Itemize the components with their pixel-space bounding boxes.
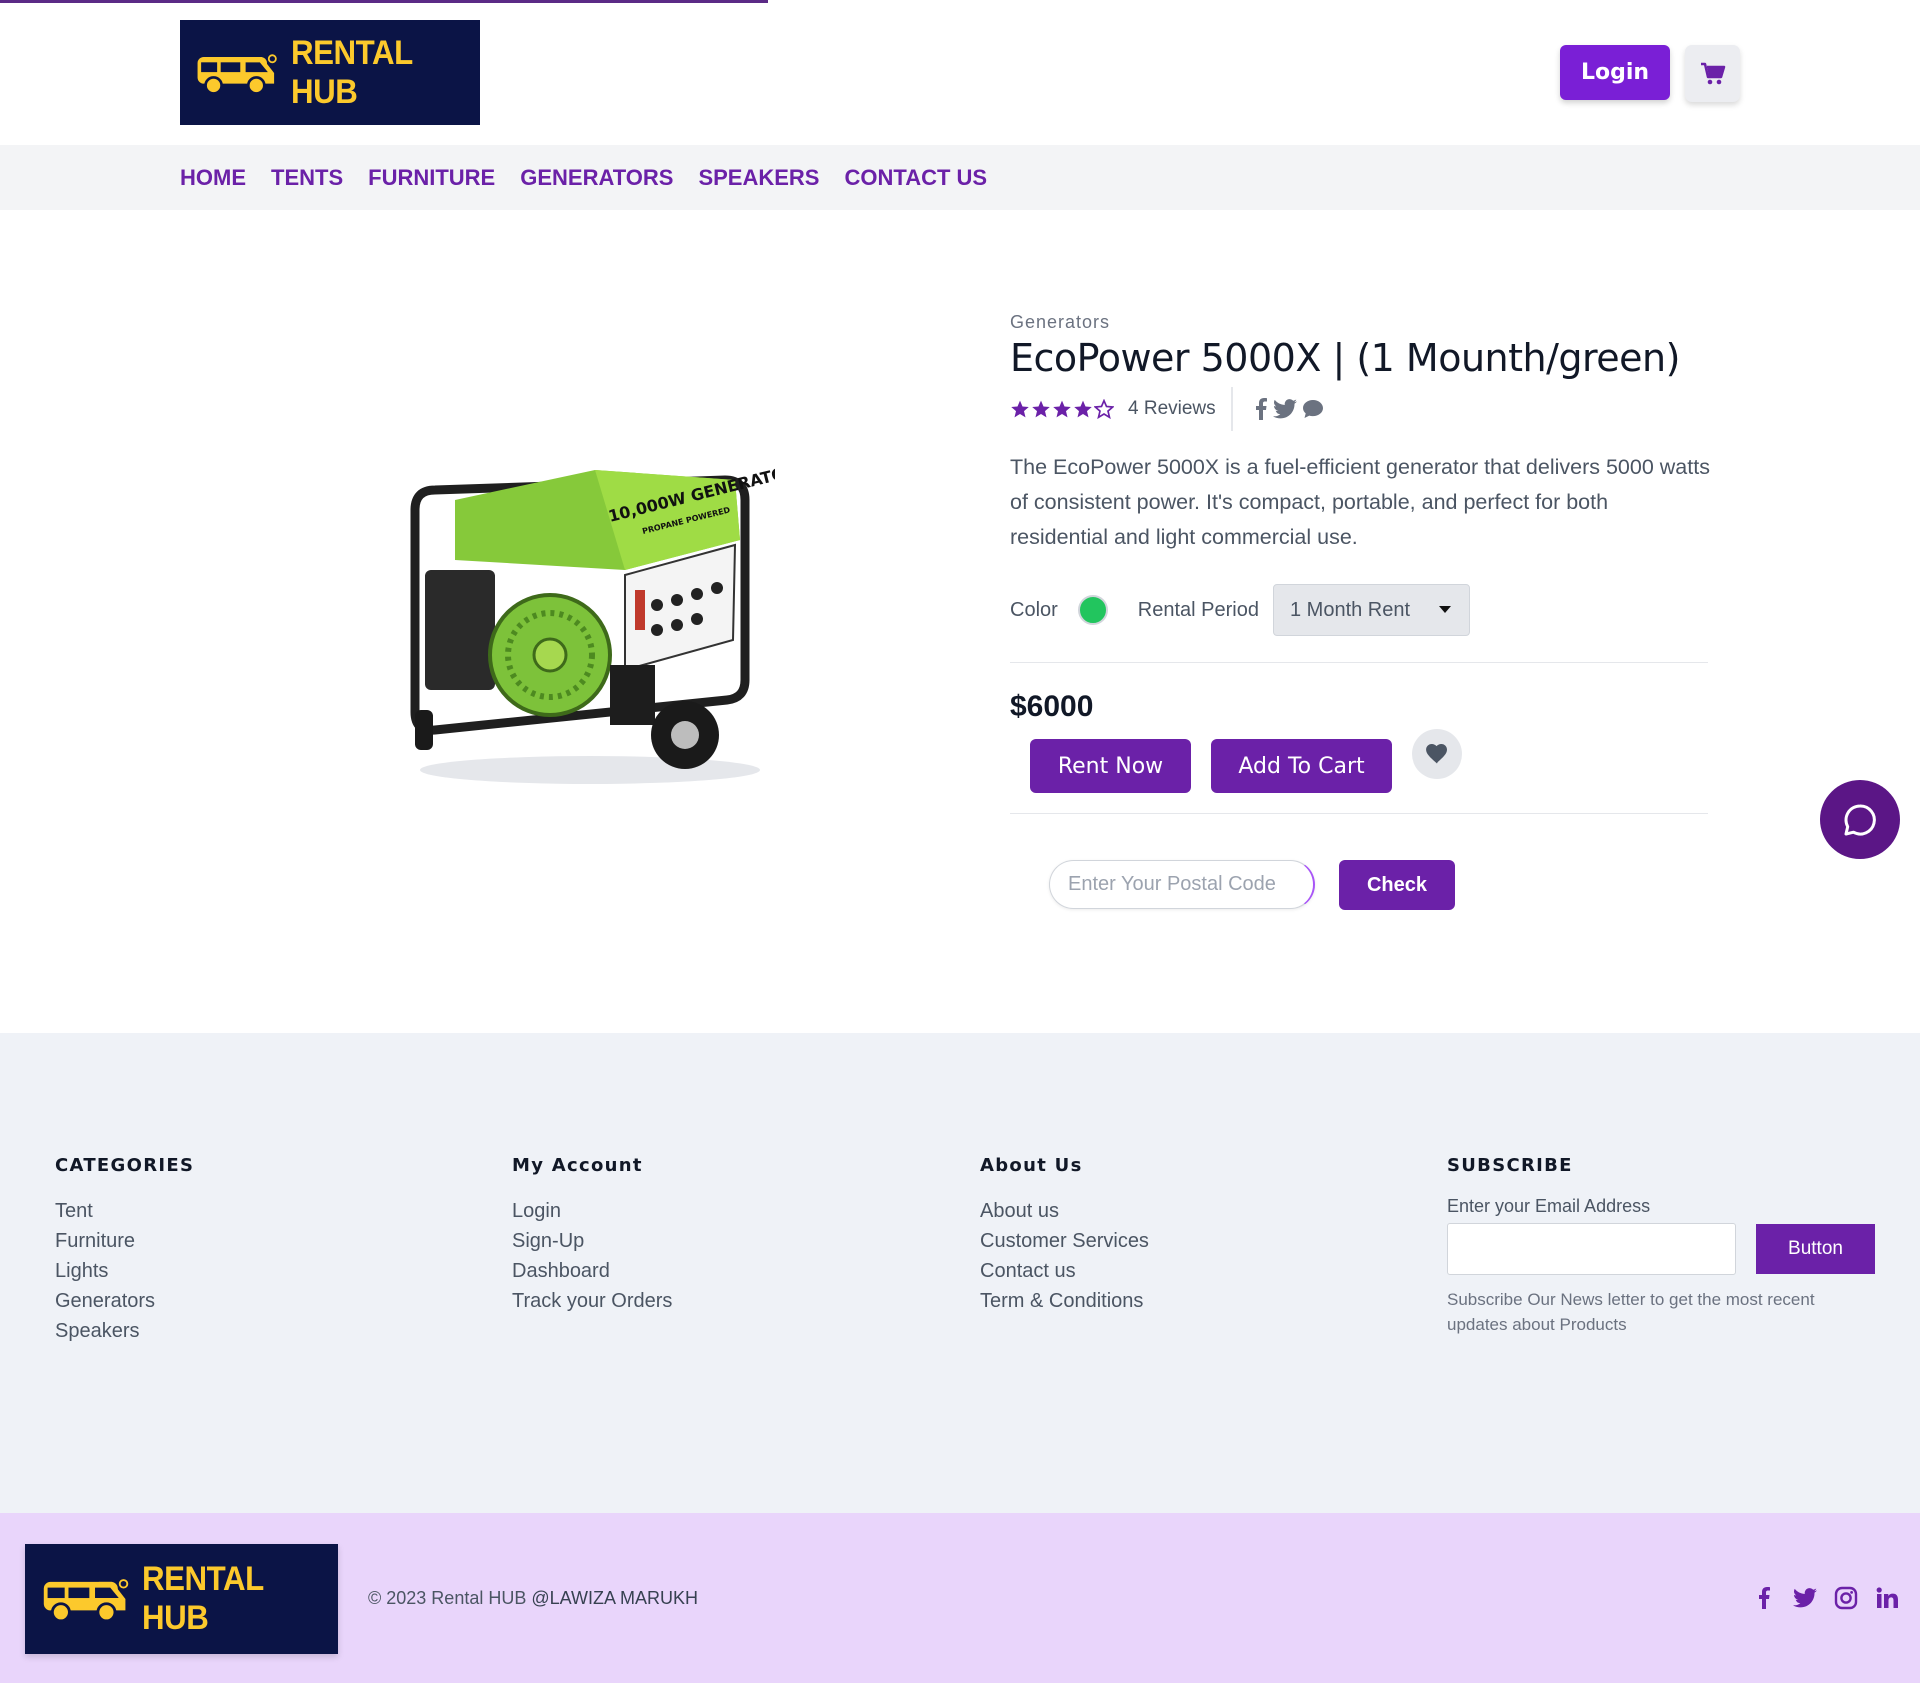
site-footer: CATEGORIES Tent Furniture Lights Generat… xyxy=(0,1033,1920,1513)
product-category[interactable]: Generators xyxy=(1010,312,1110,333)
heart-icon xyxy=(1426,744,1447,764)
reviews-count[interactable]: 4 Reviews xyxy=(1128,398,1216,420)
footer-link-track-orders[interactable]: Track your Orders xyxy=(512,1286,672,1316)
color-swatch-green[interactable] xyxy=(1077,595,1108,625)
twitter-icon[interactable] xyxy=(1793,1586,1817,1610)
footer-heading: SUBSCRIBE xyxy=(1447,1155,1573,1176)
nav-home[interactable]: HOME xyxy=(180,165,246,191)
product-price: $6000 xyxy=(1010,690,1094,723)
login-button[interactable]: Login xyxy=(1560,45,1670,100)
footer-link-tent[interactable]: Tent xyxy=(55,1196,194,1226)
chat-icon xyxy=(1844,803,1876,835)
footer-social-icons xyxy=(1752,1586,1899,1610)
star-filled-icon xyxy=(1053,400,1071,418)
rent-now-button[interactable]: Rent Now xyxy=(1030,739,1191,793)
rental-period-select[interactable]: 1 Month Rent xyxy=(1272,584,1470,636)
copyright-author[interactable]: @LAWIZA MARUKH xyxy=(531,1588,698,1608)
copyright-text: © 2023 Rental HUB xyxy=(368,1588,527,1608)
footer-about: About Us About us Customer Services Cont… xyxy=(980,1155,1149,1316)
color-label: Color xyxy=(1010,598,1058,621)
product-title: EcoPower 5000X | (1 Mounth/green) xyxy=(1010,336,1680,380)
footer-brand-logo[interactable]: RENTAL HUB xyxy=(25,1544,338,1654)
brand-name: RENTAL HUB xyxy=(290,33,413,111)
chat-bubble-icon[interactable] xyxy=(1302,399,1323,419)
brand-logo[interactable]: RENTAL HUB xyxy=(180,20,480,125)
rental-period-value: 1 Month Rent xyxy=(1289,598,1411,621)
footer-link-furniture[interactable]: Furniture xyxy=(55,1226,194,1256)
wishlist-button[interactable] xyxy=(1412,729,1462,779)
footer-heading: My Account xyxy=(512,1155,643,1176)
footer-link-customer-services[interactable]: Customer Services xyxy=(980,1226,1149,1256)
facebook-icon[interactable] xyxy=(1255,398,1267,420)
footer-link-about-us[interactable]: About us xyxy=(980,1196,1149,1226)
footer-heading: About Us xyxy=(980,1155,1083,1176)
cart-button[interactable] xyxy=(1685,45,1740,102)
footer-link-login[interactable]: Login xyxy=(512,1196,672,1226)
footer-bottom-bar: RENTAL HUB © 2023 Rental HUB @LAWIZA MAR… xyxy=(0,1513,1920,1683)
chat-widget-button[interactable] xyxy=(1820,780,1900,859)
footer-categories: CATEGORIES Tent Furniture Lights Generat… xyxy=(55,1155,194,1346)
facebook-icon[interactable] xyxy=(1752,1586,1776,1610)
linkedin-icon[interactable] xyxy=(1875,1586,1899,1610)
star-filled-icon xyxy=(1074,400,1092,418)
footer-link-dashboard[interactable]: Dashboard xyxy=(512,1256,672,1286)
subscribe-note: Subscribe Our News letter to get the mos… xyxy=(1447,1290,1815,1334)
van-icon xyxy=(197,53,277,95)
star-filled-icon xyxy=(1011,400,1029,418)
footer-link-generators[interactable]: Generators xyxy=(55,1286,194,1316)
postal-code-input[interactable] xyxy=(1049,860,1315,909)
brand-name: RENTAL HUB xyxy=(142,1560,264,1637)
star-empty-icon xyxy=(1094,399,1114,419)
footer-link-lights[interactable]: Lights xyxy=(55,1256,194,1286)
nav-furniture[interactable]: FURNITURE xyxy=(368,165,495,191)
divider xyxy=(1010,813,1708,814)
main-nav: HOME TENTS FURNITURE GENERATORS SPEAKERS… xyxy=(0,145,1920,210)
nav-tents[interactable]: TENTS xyxy=(271,165,343,191)
nav-contact-us[interactable]: CONTACT US xyxy=(845,165,988,191)
star-rating xyxy=(1010,399,1114,419)
rental-period-label: Rental Period xyxy=(1137,598,1259,621)
rating-row: 4 Reviews xyxy=(1010,387,1323,431)
shopping-cart-icon xyxy=(1700,62,1725,84)
star-filled-icon xyxy=(1032,400,1050,418)
footer-link-speakers[interactable]: Speakers xyxy=(55,1316,194,1346)
footer-heading: CATEGORIES xyxy=(55,1155,195,1176)
van-icon xyxy=(43,1579,129,1623)
footer-link-signup[interactable]: Sign-Up xyxy=(512,1226,672,1256)
copyright: © 2023 Rental HUB @LAWIZA MARUKH xyxy=(368,1588,698,1609)
share-icons xyxy=(1255,398,1323,420)
email-input[interactable] xyxy=(1447,1223,1736,1275)
product-options: Color Rental Period 1 Month Rent xyxy=(1010,584,1470,636)
footer-link-terms[interactable]: Term & Conditions xyxy=(980,1286,1149,1316)
page-load-progress xyxy=(0,0,768,3)
twitter-icon[interactable] xyxy=(1272,399,1297,419)
footer-subscribe: SUBSCRIBE Enter your Email Address Butto… xyxy=(1447,1155,1877,1337)
divider xyxy=(1230,387,1233,431)
instagram-icon[interactable] xyxy=(1834,1586,1858,1610)
footer-account: My Account Login Sign-Up Dashboard Track… xyxy=(512,1155,672,1316)
check-postal-button[interactable]: Check xyxy=(1339,860,1455,910)
footer-link-contact-us[interactable]: Contact us xyxy=(980,1256,1149,1286)
product-image: 10,000W GENERATOR PROPANE POWERED xyxy=(410,461,775,784)
subscribe-button[interactable]: Button xyxy=(1756,1224,1875,1274)
email-label: Enter your Email Address xyxy=(1447,1196,1651,1216)
add-to-cart-button[interactable]: Add To Cart xyxy=(1211,739,1392,793)
caret-down-icon xyxy=(1438,606,1451,613)
nav-generators[interactable]: GENERATORS xyxy=(520,165,673,191)
divider xyxy=(1010,662,1708,663)
nav-speakers[interactable]: SPEAKERS xyxy=(698,165,819,191)
product-description: The EcoPower 5000X is a fuel-efficient g… xyxy=(1010,455,1710,549)
